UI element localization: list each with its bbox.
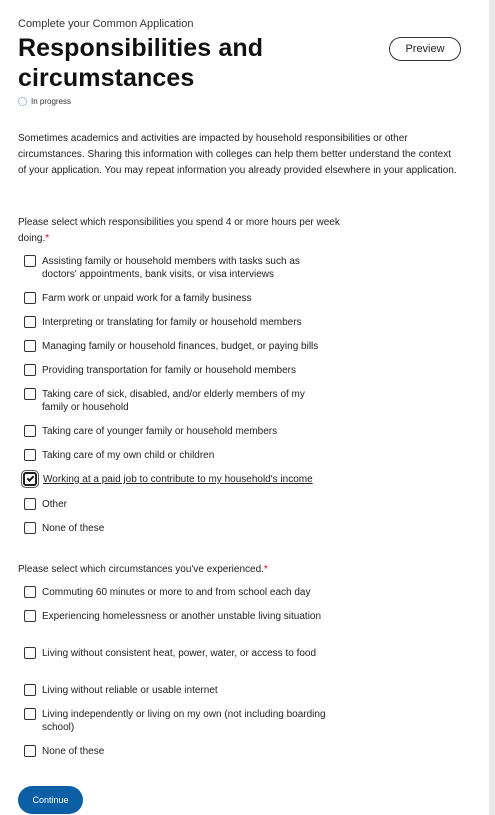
circumstances-question-text: Please select which circumstances you've… <box>18 564 264 575</box>
preview-button[interactable]: Preview <box>389 37 461 61</box>
circumstances-option[interactable]: Commuting 60 minutes or more to and from… <box>24 586 332 599</box>
option-label: Other <box>42 499 68 510</box>
responsibilities-option[interactable]: Interpreting or translating for family o… <box>24 316 332 329</box>
responsibilities-option[interactable]: Other <box>24 498 332 511</box>
circumstances-option[interactable]: Living independently or living on my own… <box>24 708 332 734</box>
responsibilities-option[interactable]: Farm work or unpaid work for a family bu… <box>24 292 332 305</box>
checkbox[interactable] <box>24 425 36 437</box>
checkbox[interactable] <box>24 340 36 352</box>
continue-button[interactable]: Continue <box>18 786 83 814</box>
option-label: Living without reliable or usable intern… <box>42 685 218 696</box>
option-label: None of these <box>42 746 105 757</box>
responsibilities-option[interactable]: None of these <box>24 522 332 535</box>
responsibilities-option[interactable]: Taking care of my own child or children <box>24 449 332 462</box>
checkbox[interactable] <box>24 745 36 757</box>
responsibilities-question: Please select which responsibilities you… <box>18 215 348 247</box>
status-text: In progress <box>31 97 72 106</box>
responsibilities-option[interactable]: Managing family or household finances, b… <box>24 340 332 353</box>
checkbox-checked[interactable] <box>21 470 39 488</box>
checkbox[interactable] <box>24 610 36 622</box>
page-eyebrow: Complete your Common Application <box>18 18 194 30</box>
responsibilities-option[interactable]: Working at a paid job to contribute to m… <box>21 470 333 488</box>
checkbox[interactable] <box>24 255 36 267</box>
option-label: Interpreting or translating for family o… <box>42 317 302 328</box>
application-page: Complete your Common Application Respons… <box>0 0 489 815</box>
option-label: Working at a paid job to contribute to m… <box>43 474 313 485</box>
circumstances-question: Please select which circumstances you've… <box>18 562 348 578</box>
checkbox[interactable] <box>24 316 36 328</box>
checkbox[interactable] <box>24 586 36 598</box>
responsibilities-option[interactable]: Providing transportation for family or h… <box>24 364 332 377</box>
checkbox[interactable] <box>24 449 36 461</box>
checkbox[interactable] <box>24 292 36 304</box>
circumstances-option[interactable]: Living without consistent heat, power, w… <box>24 647 332 660</box>
circumstances-option[interactable]: Living without reliable or usable intern… <box>24 684 332 697</box>
option-label: Living independently or living on my own… <box>42 709 326 733</box>
circumstances-option[interactable]: None of these <box>24 745 332 758</box>
intro-text: Sometimes academics and activities are i… <box>18 133 457 176</box>
page-title: Responsibilities and circumstances <box>18 34 264 92</box>
option-label: Assisting family or household members wi… <box>42 256 300 280</box>
checkbox[interactable] <box>24 388 36 400</box>
option-label: Taking care of younger family or househo… <box>42 426 278 437</box>
responsibilities-option[interactable]: Taking care of sick, disabled, and/or el… <box>24 388 332 414</box>
option-label: Farm work or unpaid work for a family bu… <box>42 293 252 304</box>
checkbox[interactable] <box>24 364 36 376</box>
option-label: None of these <box>42 523 105 534</box>
checkbox[interactable] <box>24 684 36 696</box>
status-indicator: In progress <box>18 97 71 106</box>
responsibilities-option[interactable]: Taking care of younger family or househo… <box>24 425 332 438</box>
checkbox[interactable] <box>24 708 36 720</box>
in-progress-icon <box>18 97 27 106</box>
option-label: Commuting 60 minutes or more to and from… <box>42 587 311 598</box>
option-label: Providing transportation for family or h… <box>42 365 297 376</box>
required-marker: * <box>45 233 50 244</box>
option-label: Taking care of sick, disabled, and/or el… <box>42 389 305 413</box>
option-label: Living without consistent heat, power, w… <box>42 648 317 659</box>
required-marker: * <box>263 564 268 575</box>
option-label: Managing family or household finances, b… <box>42 341 319 352</box>
checkbox[interactable] <box>24 647 36 659</box>
window-edge <box>489 0 495 815</box>
option-label: Taking care of my own child or children <box>42 450 215 461</box>
responsibilities-question-text: Please select which responsibilities you… <box>18 217 340 244</box>
checkbox[interactable] <box>24 498 36 510</box>
checkbox[interactable] <box>24 522 36 534</box>
checkmark-icon <box>26 474 34 482</box>
circumstances-option[interactable]: Experiencing homelessness or another uns… <box>24 610 332 623</box>
option-label: Experiencing homelessness or another uns… <box>42 611 322 622</box>
responsibilities-option[interactable]: Assisting family or household members wi… <box>24 255 332 281</box>
